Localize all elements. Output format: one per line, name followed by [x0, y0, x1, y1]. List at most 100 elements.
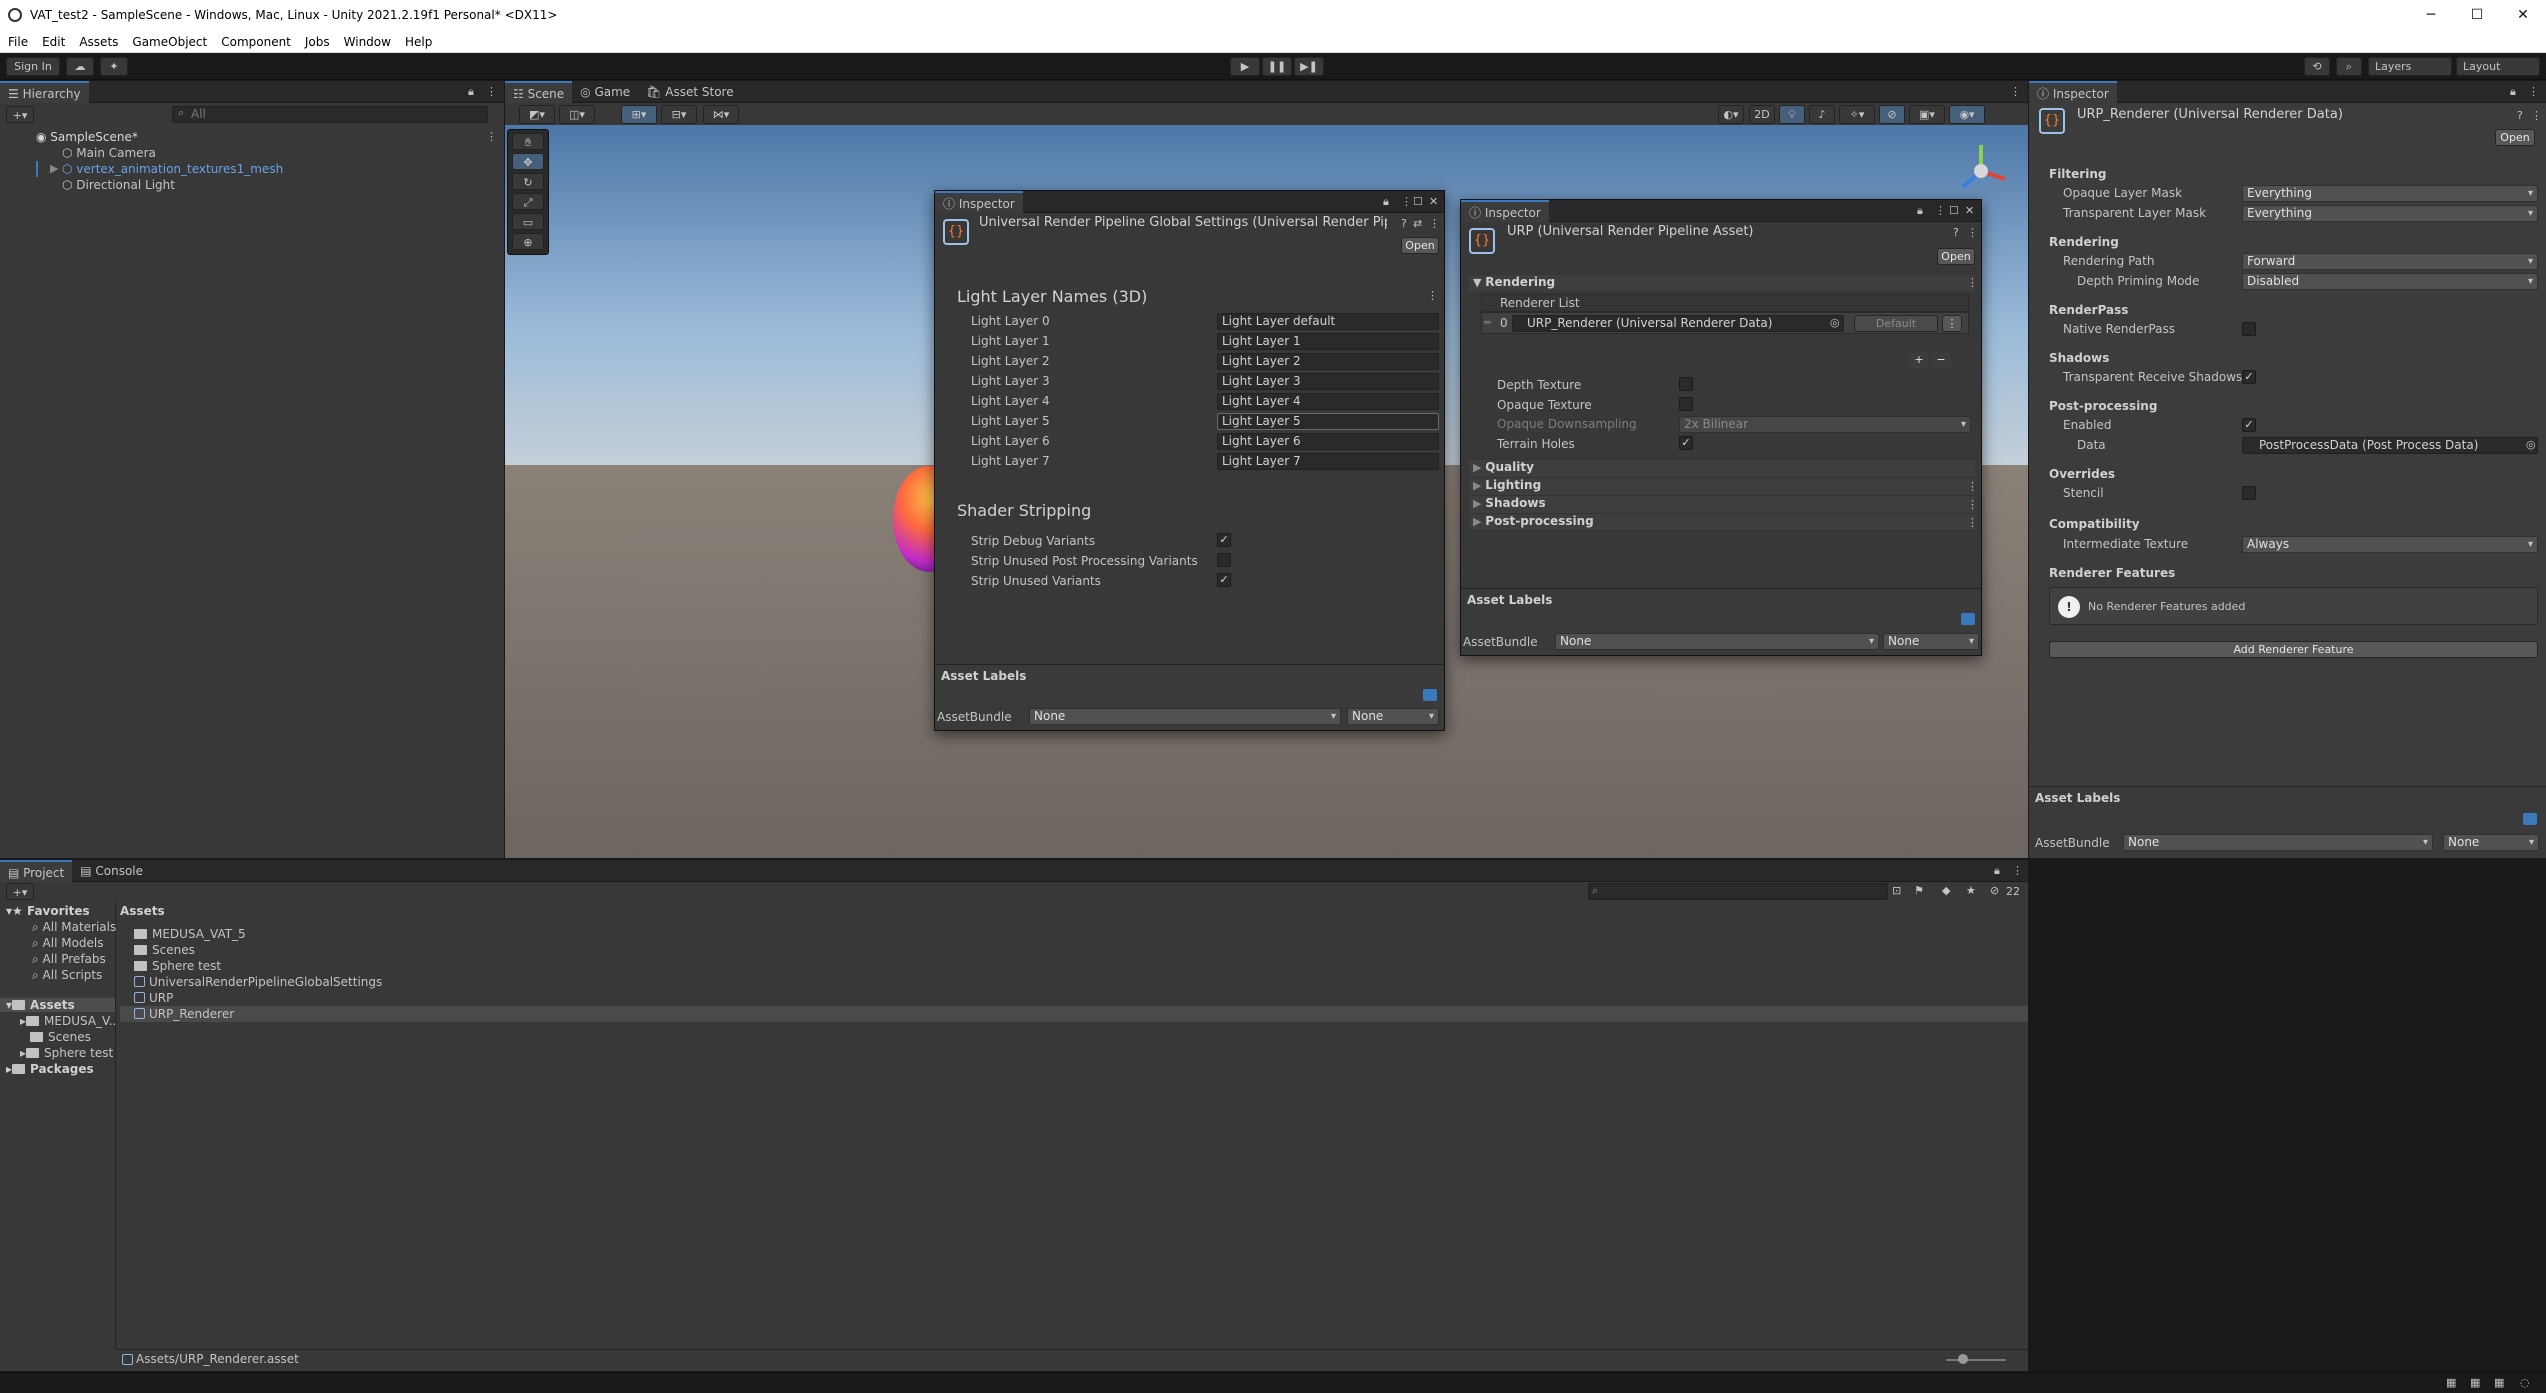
asset-list-item[interactable]: URP [120, 990, 2028, 1006]
layout-dropdown[interactable]: Layout [2456, 57, 2540, 76]
set-default-button[interactable]: Default [1854, 315, 1938, 332]
favorite-star-icon[interactable]: ★ [1966, 884, 1976, 897]
hierarchy-search-input[interactable]: All [172, 106, 488, 123]
variant-dropdown[interactable]: None [1347, 708, 1439, 725]
label-tag-icon[interactable] [1423, 689, 1437, 701]
remove-renderer-button[interactable]: − [1931, 352, 1951, 369]
close-icon[interactable]: ✕ [1429, 195, 1438, 208]
drag-handle-icon[interactable]: ═ [1484, 316, 1491, 329]
asset-list-item[interactable]: UniversalRenderPipelineGlobalSettings [120, 974, 2028, 990]
variant-dropdown[interactable]: None [1883, 633, 1979, 650]
favorite-item[interactable]: ⌕ All Prefabs [32, 952, 106, 967]
open-button[interactable]: Open [1937, 248, 1975, 265]
camera-icon[interactable]: ▣▾ [1909, 105, 1945, 124]
light-layer-name-field[interactable]: Light Layer default [1217, 313, 1439, 330]
cache-server-icon[interactable]: ▦ [2446, 1376, 2456, 1389]
breadcrumb[interactable]: Assets [120, 904, 165, 918]
menu-file[interactable]: File [8, 31, 28, 53]
move-tool-icon[interactable]: ✥ [512, 153, 544, 170]
maximize-icon[interactable]: ☐ [1413, 195, 1423, 208]
section-menu-icon[interactable]: ⋮ [1967, 516, 1978, 529]
hidden-objects-icon[interactable]: ⊘ [1879, 105, 1905, 124]
lock-icon[interactable]: 🔒︎ [1917, 204, 1923, 218]
menu-edit[interactable]: Edit [42, 31, 65, 53]
shadows-foldout[interactable]: ▶ Shadows ⋮ [1469, 495, 1978, 513]
collab-icon[interactable]: ✦ [100, 57, 128, 76]
shading-icon[interactable]: ◐▾ [1718, 105, 1744, 124]
hidden-packages-icon[interactable]: ⊘ [1990, 884, 1999, 897]
close-button[interactable]: ✕ [2500, 4, 2546, 26]
tab-inspector[interactable]: ⓘ Inspector [935, 191, 1023, 213]
maximize-icon[interactable]: ☐ [1949, 204, 1959, 217]
audio-icon[interactable]: ♪ [1809, 105, 1835, 124]
tree-packages-root[interactable]: ▸ Packages [6, 1062, 94, 1076]
layers-dropdown[interactable]: Layers [2368, 57, 2452, 76]
more-icon[interactable]: ⋮ [1935, 204, 1946, 217]
render-mode-icon[interactable]: ◫▾ [559, 105, 595, 124]
favorite-item[interactable]: ⌕ All Materials [32, 920, 116, 935]
rect-tool-icon[interactable]: ▭ [512, 213, 544, 230]
rendering-path-dropdown[interactable]: Forward [2242, 253, 2538, 270]
menu-jobs[interactable]: Jobs [305, 31, 330, 53]
lock-icon[interactable]: 🔒︎ [2510, 85, 2516, 99]
asset-list-item[interactable]: Scenes [120, 942, 2028, 958]
light-layer-name-field[interactable]: Light Layer 4 [1217, 393, 1439, 410]
minimize-button[interactable]: ─ [2408, 4, 2454, 26]
tab-inspector[interactable]: ⓘ Inspector [1461, 200, 1549, 222]
depth-texture-checkbox[interactable] [1679, 377, 1693, 391]
hand-tool-icon[interactable]: ✋︎ [512, 133, 544, 150]
light-layer-name-field[interactable]: Light Layer 3 [1217, 373, 1439, 390]
effects-icon[interactable]: ✧▾ [1839, 105, 1875, 124]
more-icon[interactable]: ⋮ [2010, 85, 2021, 98]
tree-item[interactable]: ▸ Sphere test [20, 1046, 116, 1060]
depth-priming-dropdown[interactable]: Disabled [2242, 273, 2538, 290]
opaque-downsampling-dropdown[interactable]: 2x Bilinear [1679, 416, 1971, 433]
variant-dropdown[interactable]: None [2443, 834, 2539, 851]
tag-icon[interactable]: ◆ [1942, 884, 1950, 897]
hierarchy-item[interactable]: ⬡ Main Camera [62, 146, 156, 160]
label-tag-icon[interactable] [2523, 813, 2537, 825]
scale-tool-icon[interactable]: ⤢ [512, 193, 544, 210]
transparent-layer-mask-dropdown[interactable]: Everything [2242, 205, 2538, 222]
scene-menu-icon[interactable]: ⋮ [486, 130, 497, 143]
preset-icon[interactable]: ⇄ [1413, 217, 1422, 230]
section-menu-icon[interactable]: ⋮ [1967, 276, 1978, 289]
settings-icon[interactable]: ⋮ [2531, 109, 2542, 122]
grid-icon[interactable]: ⊟▾ [661, 105, 697, 124]
renderer-field[interactable]: URP_Renderer (Universal Renderer Data) [1512, 315, 1844, 332]
favorite-item[interactable]: ⌕ All Scripts [32, 968, 102, 983]
search-by-label-icon[interactable]: ⚑ [1914, 884, 1924, 897]
scene-root[interactable]: ◉ SampleScene* [36, 130, 138, 144]
create-button[interactable]: +▾ [6, 883, 34, 900]
assetbundle-dropdown[interactable]: None [2123, 834, 2433, 851]
icon-size-slider-handle[interactable] [1958, 1354, 1968, 1364]
stencil-checkbox[interactable] [2242, 486, 2256, 500]
tab-inspector[interactable]: ⓘ Inspector [2029, 80, 2117, 103]
pause-button[interactable]: ❚❚ [1262, 57, 1292, 76]
open-button[interactable]: Open [2495, 129, 2535, 146]
shader-stripping-checkbox[interactable] [1217, 553, 1231, 567]
expand-arrow-icon[interactable]: ▶ [50, 162, 58, 175]
rendering-foldout[interactable]: ▼ Rendering ⋮ [1469, 275, 1978, 291]
asset-list-item[interactable]: Sphere test [120, 958, 2028, 974]
2d-toggle-button[interactable]: 2D [1749, 105, 1775, 124]
assetbundle-dropdown[interactable]: None [1029, 708, 1341, 725]
section-menu-icon[interactable]: ⋮ [1967, 498, 1978, 511]
assetbundle-dropdown[interactable]: None [1555, 633, 1879, 650]
tab-game[interactable]: ◎ Game [572, 81, 638, 103]
shader-stripping-checkbox[interactable]: ✓ [1217, 573, 1231, 587]
close-icon[interactable]: ✕ [1965, 204, 1974, 217]
renderer-menu-icon[interactable]: ⋮ [1942, 315, 1962, 332]
tree-item[interactable]: ▸ MEDUSA_V... [20, 1014, 116, 1028]
progress-icon[interactable]: ▦ [2494, 1376, 2504, 1389]
opaque-layer-mask-dropdown[interactable]: Everything [2242, 185, 2538, 202]
menu-component[interactable]: Component [221, 31, 291, 53]
grid-snap-icon[interactable]: ⊞▾ [621, 105, 657, 124]
post-data-field[interactable]: PostProcessData (Post Process Data) [2242, 437, 2538, 454]
favorites-header[interactable]: ▾★ Favorites [6, 904, 90, 918]
transparent-receive-shadows-checkbox[interactable]: ✓ [2242, 370, 2256, 384]
section-menu-icon[interactable]: ⋮ [1427, 289, 1438, 302]
hierarchy-item[interactable]: ⬡ Directional Light [62, 178, 175, 192]
scene-gizmo-icon[interactable] [1949, 139, 2013, 203]
search-by-type-icon[interactable]: ⊡ [1892, 884, 1901, 897]
